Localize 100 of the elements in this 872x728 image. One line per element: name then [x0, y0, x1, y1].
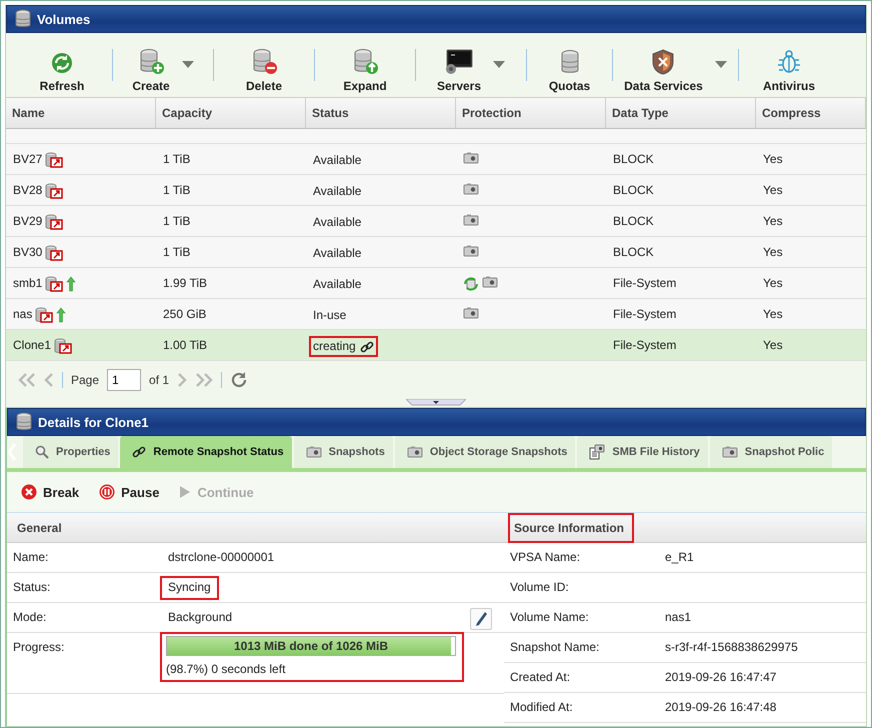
camera-icon	[406, 446, 423, 458]
table-cell: Yes	[763, 276, 783, 290]
monitor-gear-icon	[444, 49, 474, 75]
sync-icon	[463, 276, 479, 292]
toolbar-button[interactable]: Quotas	[544, 36, 594, 94]
table-row[interactable]: BV30 1 TiB Available BLOCK Yes	[6, 237, 866, 268]
table-cell: creating	[311, 338, 376, 355]
next-page-icon[interactable]	[177, 372, 188, 388]
tab[interactable]: Properties	[23, 436, 118, 468]
field-label: Created At:	[509, 669, 572, 686]
toolbar-button[interactable]: Delete	[242, 36, 286, 94]
document-camera-icon	[589, 444, 606, 460]
table-cell: BV30	[13, 245, 42, 259]
tab[interactable]: Object Storage Snapshots	[394, 436, 576, 468]
up-arrow-icon	[66, 276, 76, 292]
link-icon	[132, 445, 146, 459]
progress-text: 1013 MiB done of 1026 MiB	[232, 639, 390, 653]
column-header[interactable]: Compress	[756, 98, 866, 129]
table-row[interactable]: BV28 1 TiB Available BLOCK Yes	[6, 175, 866, 206]
toolbar-button[interactable]: Expand	[339, 36, 391, 94]
table-cell: BV28	[13, 183, 42, 197]
previous-page-icon[interactable]	[44, 372, 54, 388]
tab[interactable]: Snapshots	[294, 436, 393, 468]
caret-icon	[493, 61, 506, 69]
field-label: Volume ID:	[509, 579, 570, 596]
page-label: Page	[71, 373, 100, 387]
close-circle-icon	[21, 484, 37, 500]
volume-icon	[45, 245, 64, 261]
pencil-icon	[474, 611, 488, 627]
toolbar-button[interactable]: Antivirus	[758, 36, 819, 94]
refresh-icon[interactable]	[230, 371, 248, 389]
shield-icon	[651, 49, 676, 75]
table-row[interactable]: BV27 1 TiB Available BLOCK Yes	[6, 144, 866, 175]
camera-icon	[463, 152, 479, 164]
field-label: Snapshot Name:	[509, 639, 600, 656]
last-page-icon[interactable]	[195, 372, 214, 388]
tab[interactable]: Remote Snapshot Status	[120, 436, 292, 468]
table-cell: Clone1	[13, 338, 52, 352]
camera-icon	[463, 183, 479, 195]
toolbar-button[interactable]: Servers	[432, 36, 510, 94]
database-icon	[16, 412, 32, 432]
database-icon	[558, 49, 580, 75]
field-label: Modified At:	[509, 699, 574, 716]
bug-icon	[776, 49, 801, 75]
table-cell: File-System	[613, 276, 676, 290]
table-row[interactable]: smb1 1.99 TiB Available File-System Yes	[6, 268, 866, 299]
toolbar-button[interactable]: Data Services	[620, 36, 731, 94]
page-count: of 1	[149, 373, 170, 387]
search-icon	[35, 445, 49, 459]
table-cell: File-System	[613, 338, 676, 352]
table-cell: Yes	[763, 338, 783, 352]
volume-icon	[45, 183, 64, 199]
table-cell: BV27	[13, 152, 42, 166]
volume-icon	[45, 214, 64, 230]
action-button[interactable]: Break	[21, 484, 80, 500]
table-cell: 1 TiB	[163, 245, 190, 259]
pause-icon	[99, 484, 116, 500]
column-header[interactable]: Data Type	[606, 98, 756, 129]
field-label: Mode:	[12, 609, 48, 626]
edit-button[interactable]	[470, 608, 492, 630]
table-cell: 1 TiB	[163, 183, 190, 197]
table-cell: Yes	[763, 183, 783, 197]
panel-title: Details for Clone1	[38, 414, 149, 430]
camera-icon	[722, 446, 738, 458]
column-header[interactable]: Status	[306, 98, 456, 129]
up-arrow-icon	[56, 307, 66, 323]
splitter-handle-icon[interactable]	[406, 399, 466, 407]
table-cell: Yes	[763, 245, 783, 259]
volume-icon	[45, 276, 64, 292]
caret-icon	[714, 61, 727, 69]
field-value: s-r3f-r4f-1568838629975	[664, 639, 799, 656]
table-row[interactable]: Clone1 1.00 TiB creating File-System Yes	[6, 330, 866, 361]
toolbar-button[interactable]: Create	[128, 36, 198, 94]
field-value: nas1	[664, 609, 692, 626]
first-page-icon[interactable]	[18, 372, 36, 388]
table-cell: Yes	[763, 307, 783, 321]
table-cell-text: Available	[312, 183, 362, 199]
field-label: Status:	[12, 579, 52, 596]
table-cell: Yes	[763, 152, 783, 166]
table-cell-text: Available	[312, 214, 362, 230]
column-header[interactable]: Capacity	[156, 98, 306, 129]
field-value: Background	[167, 609, 234, 626]
table-row[interactable]: nas 250 GiB In-use File-System Yes	[6, 299, 866, 330]
action-button[interactable]: Pause	[99, 484, 160, 500]
table-cell: 1 TiB	[163, 152, 190, 166]
tab[interactable]: SMB File History	[577, 436, 708, 468]
table-cell-text: Available	[312, 276, 362, 292]
toolbar-button[interactable]: Refresh	[36, 36, 88, 94]
table-row[interactable]: BV29 1 TiB Available BLOCK Yes	[6, 206, 866, 237]
table-cell-text: Available	[312, 152, 362, 168]
field-value: e_R1	[664, 549, 695, 566]
column-header[interactable]: Name	[6, 98, 156, 129]
tab[interactable]: Snapshot Polic	[710, 436, 832, 468]
column-header[interactable]: Protection	[456, 98, 606, 129]
page-field[interactable]: 1	[107, 369, 142, 391]
field-label: Name:	[12, 549, 50, 566]
caret-icon	[182, 61, 194, 69]
table-cell-text: In-use	[312, 307, 348, 323]
table-cell: BLOCK	[613, 245, 654, 259]
table-cell: BLOCK	[613, 183, 654, 197]
